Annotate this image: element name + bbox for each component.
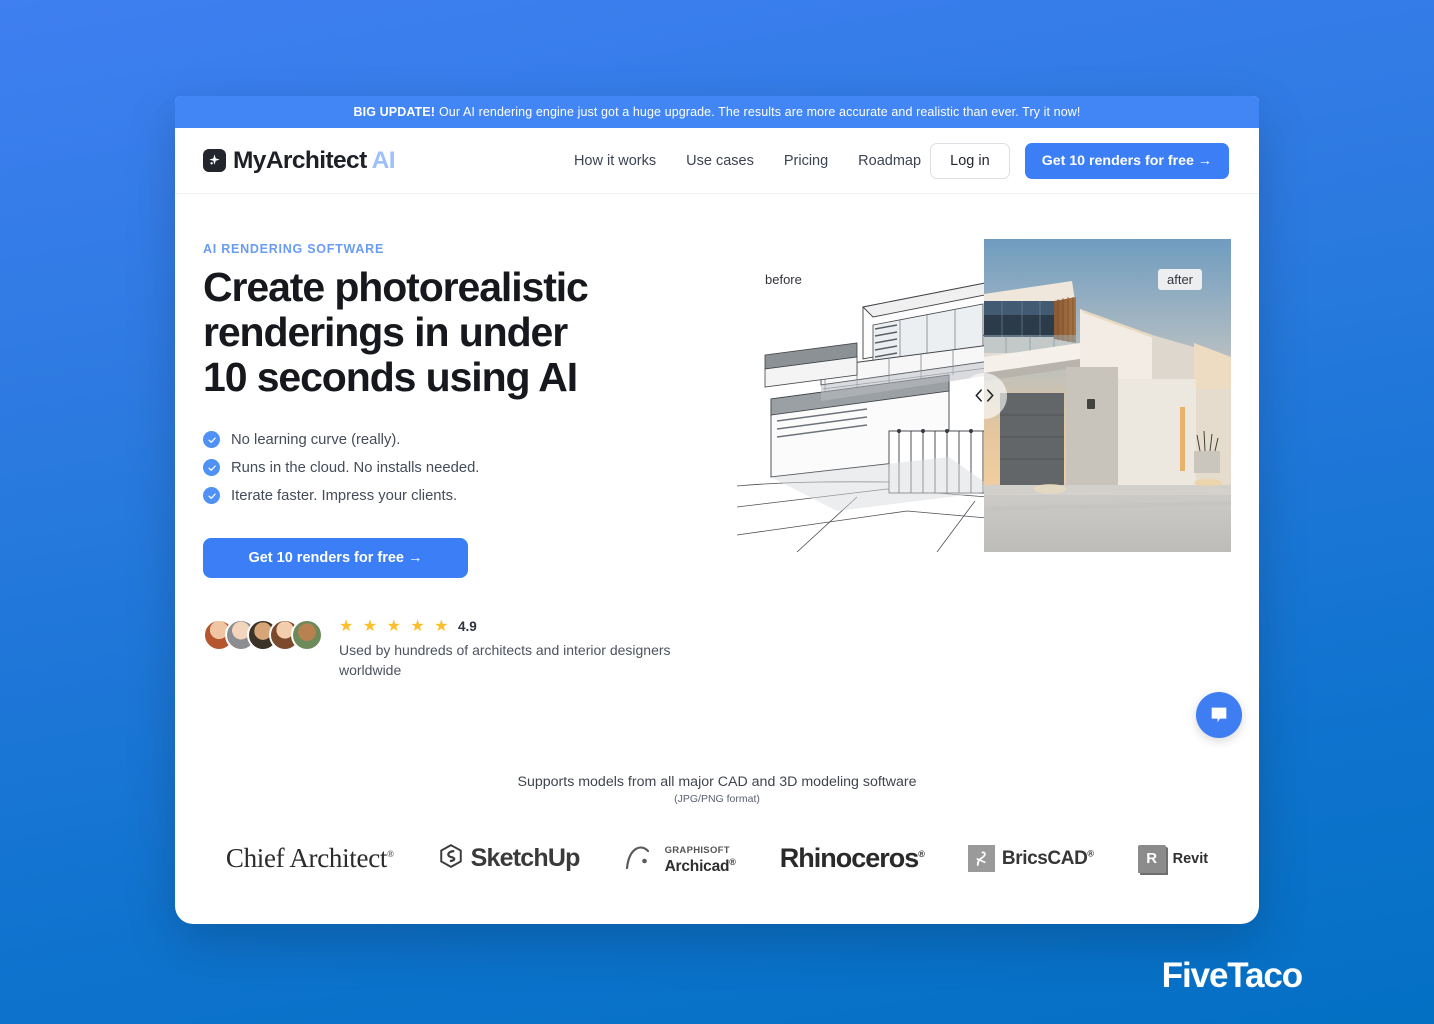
hero-title-line-3: 10 seconds using AI <box>203 354 578 400</box>
logo-vendor: GRAPHISOFT <box>664 845 730 857</box>
announcement-strong: BIG UPDATE! <box>353 105 435 119</box>
social-proof: ★ ★ ★ ★ ★ 4.9 Used by hundreds of archit… <box>203 615 689 681</box>
registered-mark: ® <box>1087 848 1094 859</box>
rating-block: ★ ★ ★ ★ ★ 4.9 Used by hundreds of archit… <box>339 615 679 681</box>
before-label: before <box>765 272 802 287</box>
logo-archicad: GRAPHISOFT Archicad® <box>624 841 736 876</box>
nav-item-pricing[interactable]: Pricing <box>784 153 828 169</box>
brand-suffix: AI <box>371 146 396 174</box>
list-item: Iterate faster. Impress your clients. <box>203 487 689 504</box>
check-icon <box>203 487 220 504</box>
logo-label: BricsCAD <box>1001 847 1088 869</box>
hero-eyebrow: AI RENDERING SOFTWARE <box>203 242 385 256</box>
sketchup-icon <box>438 843 464 874</box>
star-rating-icon: ★ ★ ★ ★ ★ <box>339 618 451 635</box>
hero-cta-button[interactable]: Get 10 renders for free → <box>203 538 468 578</box>
logo-label: Rhinoceros <box>779 843 920 873</box>
brand-logo[interactable]: MyArchitect AI <box>203 146 396 175</box>
supports-subline: (JPG/PNG format) <box>674 793 760 805</box>
logo-sketchup: SketchUp <box>438 843 580 874</box>
page-title: Create photorealistic renderings in unde… <box>203 267 689 398</box>
hero-benefit-list: No learning curve (really). Runs in the … <box>203 431 689 504</box>
announcement-text: Our AI rendering engine just got a huge … <box>438 105 1081 119</box>
logo-revit: R Revit <box>1137 844 1209 873</box>
avatar-group <box>203 615 323 651</box>
hero-title-line-2: renderings in under <box>203 309 568 355</box>
registered-mark: ® <box>729 856 736 867</box>
logo-label: Revit <box>1172 850 1209 867</box>
site-header: MyArchitect AI How it works Use cases Pri… <box>175 128 1259 194</box>
logo-chief-architect: Chief Architect® <box>226 843 394 874</box>
logo-bricscad: BricsCAD® <box>967 845 1094 872</box>
logo-label: SketchUp <box>470 844 581 872</box>
after-label: after <box>1157 269 1202 290</box>
brand-name: MyArchitect <box>233 146 367 174</box>
rating-score: 4.9 <box>458 618 477 634</box>
login-button[interactable]: Log in <box>930 142 1010 179</box>
fivetaco-watermark: FiveTaco <box>1161 956 1303 995</box>
announcement-banner[interactable]: BIG UPDATE! Our AI rendering engine just… <box>175 96 1259 128</box>
logo-label: Archicad <box>664 858 730 876</box>
header-actions: Log in Get 10 renders for free → <box>930 142 1229 179</box>
benefit-label: Runs in the cloud. No installs needed. <box>231 459 480 476</box>
logo-label: Chief Architect <box>225 843 388 873</box>
comparison-slider-handle[interactable] <box>961 372 1007 419</box>
bricscad-icon <box>967 845 995 872</box>
header-cta-button[interactable]: Get 10 renders for free → <box>1024 142 1229 179</box>
main-navigation: How it works Use cases Pricing Roadmap <box>574 153 921 169</box>
supports-headline: Supports models from all major CAD and 3… <box>517 774 917 790</box>
revit-icon: R <box>1137 844 1166 873</box>
chevron-right-icon <box>986 389 994 402</box>
nav-item-roadmap[interactable]: Roadmap <box>858 153 921 169</box>
chat-widget-button[interactable] <box>1196 692 1242 738</box>
before-after-comparison[interactable]: before after <box>737 239 1231 681</box>
check-icon <box>203 459 220 476</box>
benefit-label: Iterate faster. Impress your clients. <box>231 487 458 504</box>
list-item: Runs in the cloud. No installs needed. <box>203 459 689 476</box>
hero-copy: AI RENDERING SOFTWARE Create photorealis… <box>203 239 689 681</box>
chat-bubble-icon <box>1211 707 1227 723</box>
check-icon <box>203 431 220 448</box>
social-proof-caption: Used by hundreds of architects and inter… <box>339 642 671 678</box>
hero-title-line-1: Create photorealistic <box>203 264 589 310</box>
archicad-arc-icon <box>624 841 658 876</box>
comparison-viewport[interactable]: before after <box>737 239 1231 552</box>
benefit-label: No learning curve (really). <box>231 431 401 448</box>
rating-row: ★ ★ ★ ★ ★ 4.9 <box>339 616 679 636</box>
chevron-left-icon <box>974 389 982 402</box>
nav-item-use-cases[interactable]: Use cases <box>686 153 754 169</box>
logo-row: Chief Architect® SketchUp GRAPHISOFT Arc… <box>175 841 1259 876</box>
sparkle-icon <box>203 149 226 172</box>
list-item: No learning curve (really). <box>203 431 689 448</box>
logo-rhinoceros: Rhinoceros® <box>779 843 925 874</box>
nav-item-how-it-works[interactable]: How it works <box>574 153 656 169</box>
website-card: BIG UPDATE! Our AI rendering engine just… <box>175 96 1259 924</box>
hero-section: AI RENDERING SOFTWARE Create photorealis… <box>175 194 1259 681</box>
registered-mark: ® <box>918 849 925 859</box>
avatar <box>291 619 323 651</box>
supported-software-section: Supports models from all major CAD and 3… <box>175 774 1259 876</box>
registered-mark: ® <box>387 849 394 859</box>
